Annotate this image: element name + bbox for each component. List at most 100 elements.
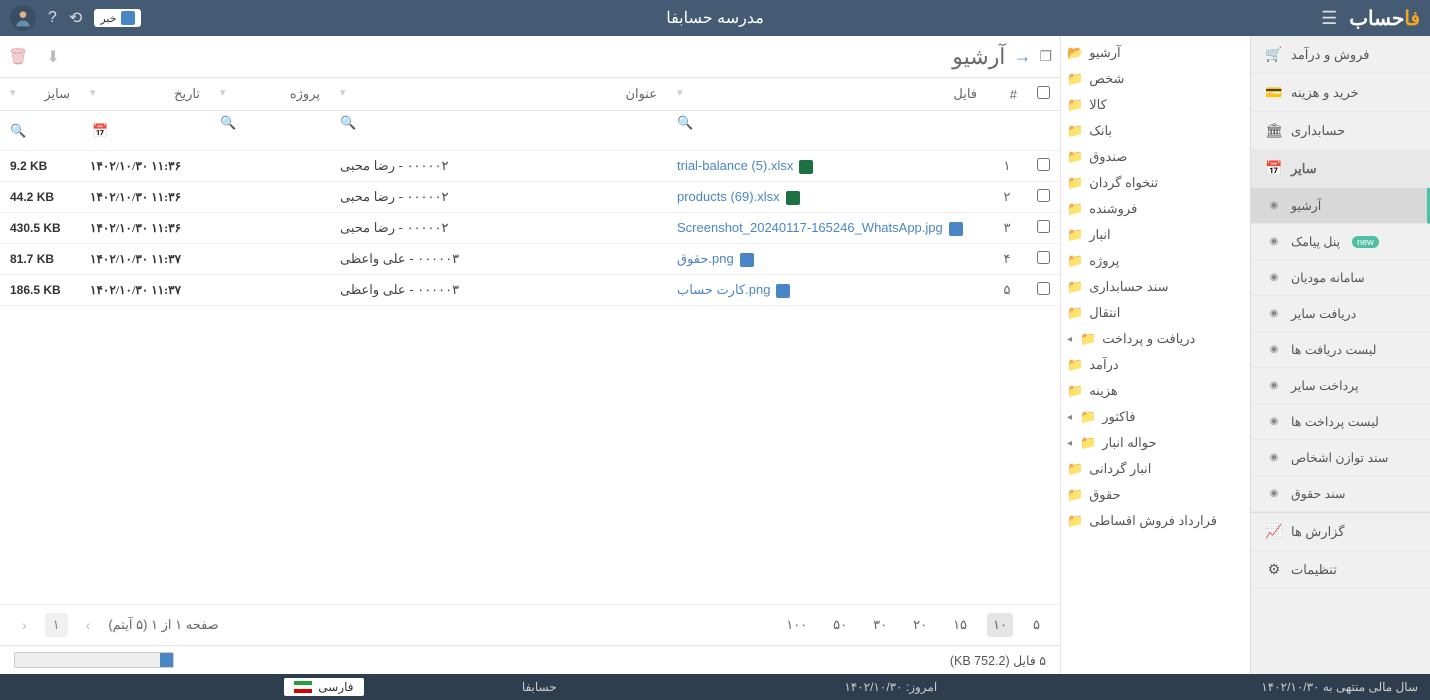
sidebar-subitem[interactable]: لیست پرداخت ها◉ xyxy=(1251,404,1430,440)
tree-root-label: آرشیو xyxy=(1089,45,1120,61)
tree-item[interactable]: فروشنده📁 xyxy=(1061,196,1250,222)
tree-item[interactable]: سند حسابداری📁 xyxy=(1061,274,1250,300)
sidebar-subitem[interactable]: newپنل پیامک◉ xyxy=(1251,224,1430,260)
sidebar-item[interactable]: حسابداری🏛 xyxy=(1251,112,1430,150)
tree-item[interactable]: انتقال📁 xyxy=(1061,300,1250,326)
sidebar-section-other[interactable]: سایر 📅 xyxy=(1251,150,1430,188)
row-file: products (69).xlsx xyxy=(667,182,987,213)
tree-item[interactable]: هزینه📁 xyxy=(1061,378,1250,404)
search-icon[interactable]: 🔍 xyxy=(10,123,26,139)
tree-item[interactable]: بانک📁 xyxy=(1061,118,1250,144)
filter-icon[interactable]: ▾ xyxy=(10,86,16,99)
folder-tree: آرشیو 📂 شخص📁کالا📁بانک📁صندوق📁تنخواه گردان… xyxy=(1060,36,1250,674)
page-size-option[interactable]: ۱۰ xyxy=(987,613,1013,637)
tree-item[interactable]: شخص📁 xyxy=(1061,66,1250,92)
col-date[interactable]: ▾تاریخ xyxy=(80,78,210,111)
tree-item[interactable]: حقوق📁 xyxy=(1061,482,1250,508)
tree-item[interactable]: حواله انبار📁◂ xyxy=(1061,430,1250,456)
sidebar-subitem[interactable]: سند توازن اشخاص◉ xyxy=(1251,440,1430,476)
search-icon[interactable]: 🔍 xyxy=(677,115,693,131)
sidebar-item[interactable]: فروش و درآمد🛒 xyxy=(1251,36,1430,74)
calendar-icon[interactable]: 📅 xyxy=(90,121,110,141)
col-file[interactable]: ▾فایل xyxy=(667,78,987,111)
news-badge[interactable]: خبر xyxy=(94,9,140,27)
table-row[interactable]: ۴حقوق.png۰۰۰۰۰۳ - علی واعظی۱۴۰۲/۱۰/۳۰ ۱۱… xyxy=(0,244,1060,275)
table-row[interactable]: ۲products (69).xlsx۰۰۰۰۰۲ - رضا محبی۱۴۰۲… xyxy=(0,182,1060,213)
avatar[interactable] xyxy=(10,5,36,31)
pager-prev-icon[interactable]: › xyxy=(78,613,99,637)
search-icon[interactable]: 🔍 xyxy=(340,115,356,131)
sidebar-subitem[interactable]: سند حقوق◉ xyxy=(1251,476,1430,512)
pager-current[interactable]: ۱ xyxy=(45,613,68,637)
filter-icon[interactable]: ▾ xyxy=(220,86,226,99)
sidebar-item[interactable]: گزارش ها📈 xyxy=(1251,512,1430,551)
tree-root[interactable]: آرشیو 📂 xyxy=(1061,40,1250,66)
file-link[interactable]: Screenshot_20240117-165246_WhatsApp.jpg xyxy=(677,220,943,235)
tree-item[interactable]: انبار📁 xyxy=(1061,222,1250,248)
main-sidebar: فروش و درآمد🛒خرید و هزینه💳حسابداری🏛 سایر… xyxy=(1250,36,1430,674)
sidebar-item[interactable]: تنظیمات⚙ xyxy=(1251,551,1430,589)
col-title[interactable]: ▾عنوان xyxy=(330,78,667,111)
row-checkbox[interactable] xyxy=(1037,220,1050,233)
filter-file-input[interactable] xyxy=(677,131,977,146)
search-icon[interactable]: 🔍 xyxy=(220,115,236,131)
row-num: ۵ xyxy=(987,275,1027,306)
file-link[interactable]: products (69).xlsx xyxy=(677,189,780,204)
row-project xyxy=(210,244,330,275)
tree-item[interactable]: قرارداد فروش اقساطی📁 xyxy=(1061,508,1250,534)
filter-icon[interactable]: ▾ xyxy=(90,86,96,99)
row-checkbox[interactable] xyxy=(1037,282,1050,295)
tree-item[interactable]: درآمد📁 xyxy=(1061,352,1250,378)
tree-item[interactable]: فاکتور📁◂ xyxy=(1061,404,1250,430)
language-selector[interactable]: فارسی xyxy=(284,678,363,696)
page-size-option[interactable]: ۳۰ xyxy=(867,613,893,637)
col-num[interactable]: # xyxy=(987,78,1027,111)
news-label: خبر xyxy=(100,12,116,25)
tree-item[interactable]: انبار گردانی📁 xyxy=(1061,456,1250,482)
download-icon[interactable]: ⬇ xyxy=(46,47,59,67)
menu-toggle-icon[interactable]: ☰ xyxy=(1321,8,1337,29)
page-size-option[interactable]: ۲۰ xyxy=(907,613,933,637)
tree-item[interactable]: صندوق📁 xyxy=(1061,144,1250,170)
row-checkbox[interactable] xyxy=(1037,158,1050,171)
folder-icon: 📁 xyxy=(1067,201,1083,217)
table-row[interactable]: ۱trial-balance (5).xlsx۰۰۰۰۰۲ - رضا محبی… xyxy=(0,151,1060,182)
page-size-option[interactable]: ۵ xyxy=(1027,613,1046,637)
help-icon[interactable]: ? xyxy=(48,9,57,27)
filter-icon[interactable]: ▾ xyxy=(340,86,346,99)
tree-item[interactable]: دریافت و پرداخت📁◂ xyxy=(1061,326,1250,352)
file-link[interactable]: حقوق.png xyxy=(677,251,734,267)
delete-icon[interactable]: 🗑 xyxy=(8,47,28,67)
page-size-option[interactable]: ۱۵ xyxy=(947,613,973,637)
row-checkbox[interactable] xyxy=(1037,251,1050,264)
refresh-icon[interactable]: ⟲ xyxy=(69,8,82,28)
sidebar-item[interactable]: خرید و هزینه💳 xyxy=(1251,74,1430,112)
logo[interactable]: فاحساب xyxy=(1349,6,1420,31)
sidebar-subitem[interactable]: آرشیو◉ xyxy=(1251,188,1430,224)
col-project[interactable]: ▾پروژه xyxy=(210,78,330,111)
select-all-checkbox[interactable] xyxy=(1037,86,1050,99)
tree-item[interactable]: کالا📁 xyxy=(1061,92,1250,118)
bullet-icon: ◉ xyxy=(1265,308,1283,319)
page-size-option[interactable]: ۵۰ xyxy=(827,613,853,637)
tree-item[interactable]: تنخواه گردان📁 xyxy=(1061,170,1250,196)
filter-title-input[interactable] xyxy=(340,131,657,146)
sidebar-subitem[interactable]: سامانه مودیان◉ xyxy=(1251,260,1430,296)
col-size[interactable]: ▾سایز xyxy=(0,78,80,111)
file-link[interactable]: کارت حساب.png xyxy=(677,282,770,298)
sidebar-subitem[interactable]: دریافت سایر◉ xyxy=(1251,296,1430,332)
sidebar-subitem[interactable]: لیست دریافت ها◉ xyxy=(1251,332,1430,368)
page-size-option[interactable]: ۱۰۰ xyxy=(780,613,813,637)
table-row[interactable]: ۵کارت حساب.png۰۰۰۰۰۳ - علی واعظی۱۴۰۲/۱۰/… xyxy=(0,275,1060,306)
filter-icon[interactable]: ▾ xyxy=(677,86,683,99)
filter-project-input[interactable] xyxy=(220,131,320,146)
row-checkbox[interactable] xyxy=(1037,189,1050,202)
fiscal-year: سال مالی منتهی به ۱۴۰۲/۱۰/۳۰ xyxy=(1067,680,1419,694)
sidebar-subitem[interactable]: پرداخت سایر◉ xyxy=(1251,368,1430,404)
pager-next-icon[interactable]: ‹ xyxy=(14,613,35,637)
table-row[interactable]: ۳Screenshot_20240117-165246_WhatsApp.jpg… xyxy=(0,213,1060,244)
file-link[interactable]: trial-balance (5).xlsx xyxy=(677,158,793,173)
tree-item[interactable]: پروژه📁 xyxy=(1061,248,1250,274)
window-icon[interactable]: ❐ xyxy=(1039,48,1052,65)
back-arrow-icon[interactable]: → xyxy=(1013,46,1031,67)
